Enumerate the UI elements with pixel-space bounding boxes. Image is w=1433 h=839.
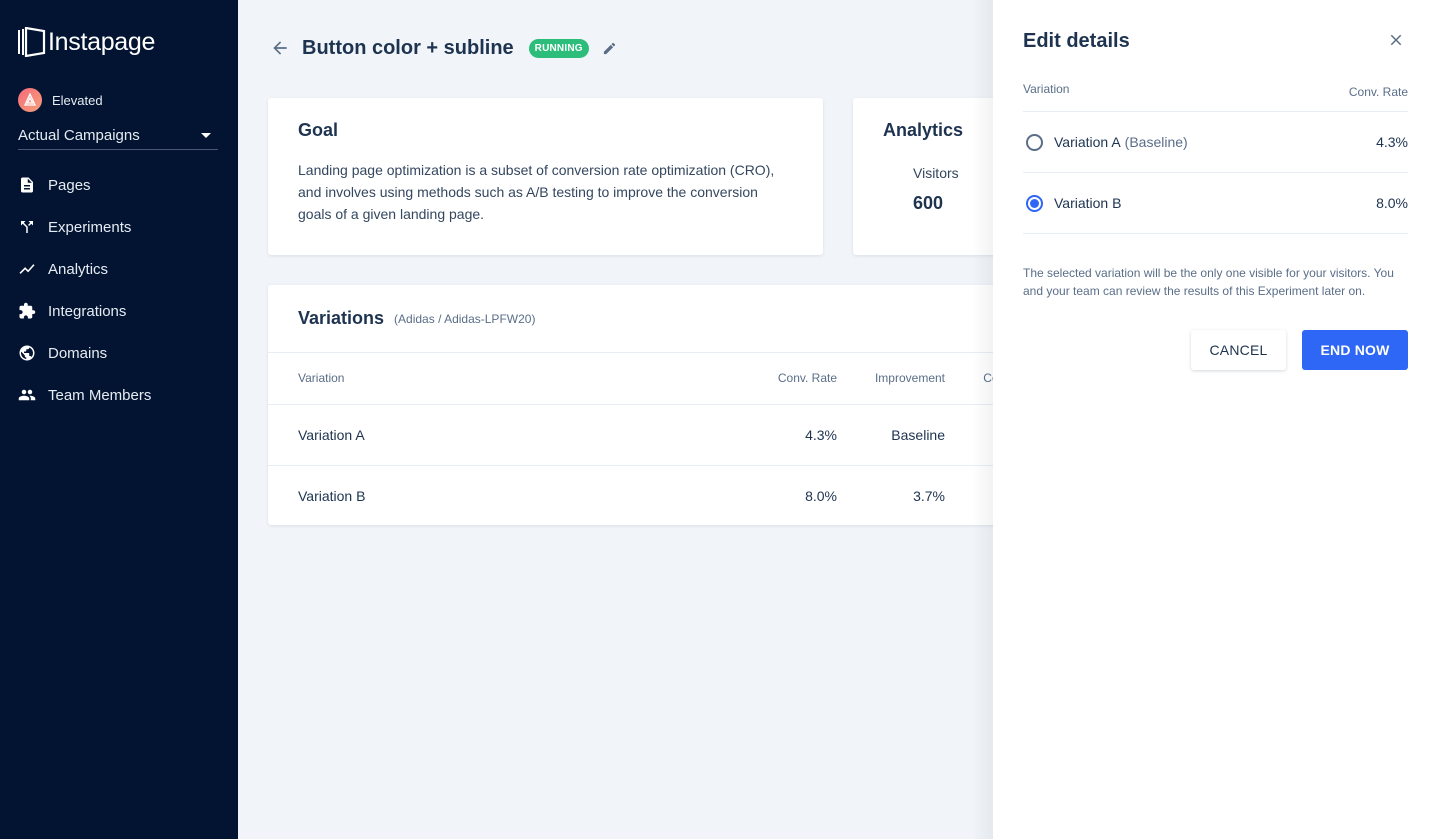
workspace-switcher[interactable]: Elevated xyxy=(18,88,103,112)
variation-option-a[interactable]: Variation A (Baseline) 4.3% xyxy=(1023,112,1408,173)
page-header: Button color + subline RUNNING xyxy=(268,33,619,63)
end-now-button[interactable]: END NOW xyxy=(1302,330,1408,370)
conv-rate: 4.3% xyxy=(727,404,837,466)
sidebar-item-team-members[interactable]: Team Members xyxy=(0,374,238,416)
variations-table: Variation Conv. Rate Improvement Convers… xyxy=(268,353,1058,526)
workspace-name: Elevated xyxy=(52,92,103,108)
sidebar-item-integrations[interactable]: Integrations xyxy=(0,290,238,332)
variations-header: Variations (Adidas / Adidas-LPFW20) xyxy=(268,285,1058,353)
split-arrows-icon xyxy=(18,218,36,236)
sidebar-item-analytics[interactable]: Analytics xyxy=(0,248,238,290)
pencil-icon xyxy=(604,42,616,54)
edit-details-drawer: Edit details Variation Conv. Rate Variat… xyxy=(993,0,1433,839)
sidebar-item-experiments[interactable]: Experiments xyxy=(0,206,238,248)
column-header-variation[interactable]: Variation xyxy=(268,353,727,405)
conv-rate: 8.0% xyxy=(805,487,837,504)
cancel-button[interactable]: CANCEL xyxy=(1191,330,1286,370)
instapage-logo-icon xyxy=(18,27,46,57)
sidebar-nav: Pages Experiments Analytics Integrations… xyxy=(0,164,238,416)
column-header-conv-rate: Conv. Rate xyxy=(1348,85,1408,99)
campaign-select[interactable]: Actual Campaigns xyxy=(18,122,218,150)
instapage-logo[interactable]: Instapage xyxy=(18,27,155,57)
baseline-tag: (Baseline) xyxy=(1124,134,1188,150)
variation-option-b[interactable]: Variation B 8.0% xyxy=(1023,173,1408,234)
arrow-left-icon xyxy=(273,41,287,55)
goal-title: Goal xyxy=(298,120,339,140)
sidebar-item-domains[interactable]: Domains xyxy=(0,332,238,374)
column-header-variation: Variation xyxy=(1023,82,1070,96)
sidebar-item-label: Analytics xyxy=(48,260,109,278)
option-conv-rate: 8.0% xyxy=(1376,195,1408,211)
goal-card: Goal Landing page optimization is a subs… xyxy=(268,98,823,255)
sidebar-item-label: Team Members xyxy=(48,386,152,404)
radio-button[interactable] xyxy=(1026,133,1043,151)
table-row[interactable]: Variation A 4.3% Baseline 13 xyxy=(268,404,1058,466)
variations-title: Variations xyxy=(298,308,385,328)
sidebar-item-pages[interactable]: Pages xyxy=(0,164,238,206)
close-icon xyxy=(1390,34,1402,46)
document-icon xyxy=(18,176,36,194)
status-badge: RUNNING xyxy=(528,38,589,58)
drawer-note: The selected variation will be the only … xyxy=(1023,266,1394,298)
drawer-table-header: Variation Conv. Rate xyxy=(1023,82,1408,112)
caret-down-icon xyxy=(201,132,211,138)
elevated-logo-icon xyxy=(18,88,42,112)
sidebar-item-label: Pages xyxy=(48,176,91,194)
edit-button[interactable] xyxy=(601,39,619,57)
back-button[interactable] xyxy=(268,36,292,60)
variations-subtitle: (Adidas / Adidas-LPFW20) xyxy=(394,311,536,326)
sidebar-item-label: Integrations xyxy=(48,302,127,320)
column-header-improvement[interactable]: Improvement xyxy=(837,353,945,405)
option-name: Variation B xyxy=(1054,195,1122,211)
campaign-select-value: Actual Campaigns xyxy=(18,127,140,144)
option-name: Variation A xyxy=(1054,134,1121,150)
table-header-row: Variation Conv. Rate Improvement Convers… xyxy=(268,353,1058,405)
variation-name: Variation A xyxy=(268,404,727,466)
improvement: 3.7% xyxy=(913,487,945,504)
trending-line-icon xyxy=(18,260,36,278)
people-icon xyxy=(18,386,36,404)
column-header-conv-rate[interactable]: Conv. Rate xyxy=(727,353,837,405)
drawer-title: Edit details xyxy=(1023,30,1130,52)
variation-name: Variation B xyxy=(298,487,366,504)
sidebar-item-label: Experiments xyxy=(48,218,132,236)
option-conv-rate: 4.3% xyxy=(1376,134,1408,150)
improvement: Baseline xyxy=(837,404,945,466)
radio-button-selected[interactable] xyxy=(1026,194,1043,212)
page-title: Button color + subline xyxy=(302,36,514,59)
globe-icon xyxy=(18,344,36,362)
sidebar: Instapage Elevated Actual Campaigns Page… xyxy=(0,0,238,839)
close-button[interactable] xyxy=(1385,29,1407,51)
table-row[interactable]: Variation B 8.0% 3.7% 24 xyxy=(268,465,1058,526)
logo-text: Instapage xyxy=(48,27,156,56)
sidebar-item-label: Domains xyxy=(48,344,108,362)
puzzle-icon xyxy=(18,302,36,320)
goal-description: Landing page optimization is a subset of… xyxy=(298,162,775,222)
variations-card: Variations (Adidas / Adidas-LPFW20) Vari… xyxy=(268,285,1058,525)
drawer-shadow xyxy=(972,0,994,839)
